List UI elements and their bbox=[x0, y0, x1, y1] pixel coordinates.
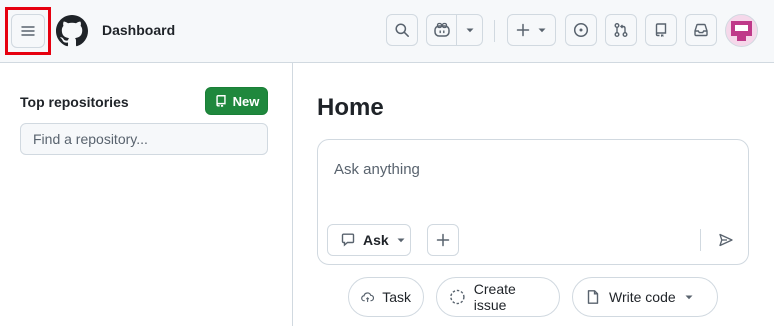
write-code-button[interactable]: Write code bbox=[572, 277, 718, 317]
dashboard-sidebar: Top repositories New bbox=[0, 63, 293, 326]
ask-mode-dropdown[interactable]: Ask bbox=[327, 224, 411, 256]
plus-icon bbox=[516, 23, 530, 37]
issue-dashed-circle-icon bbox=[450, 289, 465, 305]
comment-icon bbox=[341, 233, 355, 247]
repo-icon bbox=[655, 23, 667, 37]
triangle-down-icon bbox=[685, 295, 693, 300]
header-divider bbox=[494, 20, 495, 42]
ask-mode-label: Ask bbox=[363, 232, 389, 248]
new-button-label: New bbox=[232, 93, 260, 109]
copilot-button-group bbox=[426, 14, 483, 46]
copilot-ask-box: Ask bbox=[317, 139, 749, 265]
issue-opened-icon bbox=[573, 22, 589, 38]
git-pull-request-icon bbox=[614, 23, 628, 37]
new-repository-button[interactable]: New bbox=[205, 87, 268, 115]
cloud-agent-icon bbox=[361, 292, 375, 302]
inbox-icon bbox=[694, 23, 708, 37]
highlight-box bbox=[5, 7, 51, 55]
plus-icon bbox=[436, 233, 450, 247]
task-label: Task bbox=[382, 289, 411, 305]
triangle-down-icon bbox=[466, 28, 474, 33]
file-icon bbox=[587, 290, 599, 304]
write-code-label: Write code bbox=[609, 289, 676, 305]
pull-requests-button[interactable] bbox=[605, 14, 637, 46]
inbox-button[interactable] bbox=[685, 14, 717, 46]
context-title[interactable]: Dashboard bbox=[102, 22, 175, 38]
create-issue-label: Create issue bbox=[473, 281, 516, 313]
send-button[interactable] bbox=[710, 224, 742, 256]
search-button[interactable] bbox=[386, 14, 418, 46]
issues-button[interactable] bbox=[565, 14, 597, 46]
repo-icon bbox=[215, 95, 226, 108]
copilot-button[interactable] bbox=[427, 15, 458, 45]
page-title: Home bbox=[317, 94, 384, 121]
find-repository-input[interactable] bbox=[20, 123, 268, 155]
paper-airplane-icon bbox=[719, 233, 733, 247]
copilot-icon bbox=[433, 22, 450, 37]
add-attachment-button[interactable] bbox=[427, 224, 459, 256]
avatar[interactable] bbox=[725, 14, 758, 47]
global-header: Dashboard bbox=[0, 0, 774, 63]
create-new-button[interactable] bbox=[507, 14, 556, 46]
ask-anything-input[interactable] bbox=[334, 158, 734, 180]
task-button[interactable]: Task bbox=[348, 277, 424, 317]
triangle-down-icon bbox=[397, 238, 405, 243]
github-mark-icon[interactable] bbox=[56, 15, 88, 47]
ask-box-divider bbox=[700, 229, 701, 251]
search-icon bbox=[395, 23, 409, 37]
avatar-identicon bbox=[731, 21, 752, 41]
top-repositories-heading: Top repositories bbox=[20, 94, 129, 110]
create-issue-button[interactable]: Create issue bbox=[436, 277, 560, 317]
triangle-down-icon bbox=[538, 28, 546, 33]
repositories-button[interactable] bbox=[645, 14, 677, 46]
copilot-dropdown-button[interactable] bbox=[457, 15, 482, 45]
